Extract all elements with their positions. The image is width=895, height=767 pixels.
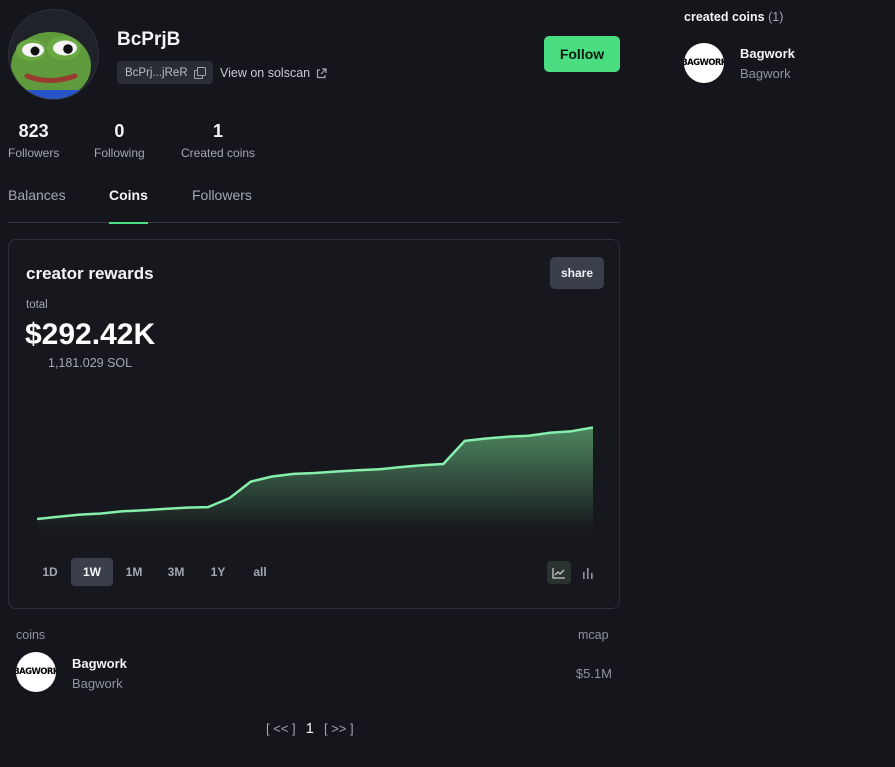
pagination: [ << ] 1 [ >> ] [266,720,354,737]
sidebar-coin-logo-text: BAGWORK [684,58,724,68]
mcap-column-header: mcap [578,628,609,642]
line-chart-icon [552,567,565,579]
sidebar-coin-logo: BAGWORK [684,43,724,83]
total-sol-value: 1,181.029 SOL [48,356,133,370]
creator-rewards-chart [37,426,593,530]
view-on-solscan-link[interactable]: View on solscan [220,66,327,80]
coin-logo-text: BAGWORK [16,667,56,677]
copy-icon[interactable] [193,67,206,79]
coin-mcap: $5.1M [575,666,612,681]
created-coins-heading-text: created coins [684,10,765,24]
tab-followers[interactable]: Followers [192,180,252,223]
time-range-selector: 1D 1W 1M 3M 1Y all [29,558,281,586]
address-copy-chip[interactable]: BcPrj...jReR [117,61,213,84]
stat-following[interactable]: 0 Following [94,121,145,160]
tab-coins[interactable]: Coins [109,180,148,224]
following-label: Following [94,146,145,160]
total-label: total [26,299,48,311]
following-count: 0 [114,121,125,141]
next-page-button[interactable]: [ >> ] [324,721,354,736]
total-usd-value: $292.42K [25,318,156,351]
sidebar-coin-item[interactable]: BAGWORK Bagwork Bagwork [684,43,884,85]
followers-label: Followers [8,146,60,160]
profile-tabs: Balances Coins Followers [8,180,620,224]
creator-rewards-card: creator rewards share total $292.42K 1,1… [8,239,620,609]
stat-created-coins[interactable]: 1 Created coins [181,121,255,160]
coins-column-header: coins [16,628,46,642]
range-1d[interactable]: 1D [29,558,71,586]
current-page: 1 [305,720,314,737]
profile-username: BcPrjB [117,29,181,50]
range-1w[interactable]: 1W [71,558,113,586]
address-text: BcPrj...jReR [125,66,188,79]
solscan-link-label: View on solscan [220,66,311,80]
bar-chart-toggle[interactable] [577,561,599,584]
coin-logo: BAGWORK [16,652,56,692]
line-chart-toggle[interactable] [547,561,571,584]
tab-balances[interactable]: Balances [8,180,66,223]
range-1m[interactable]: 1M [113,558,155,586]
list-item[interactable]: BAGWORK Bagwork Bagwork $5.1M [16,652,612,696]
created-coins-count-badge: (1) [768,10,784,24]
bar-chart-icon [583,567,593,579]
created-coins-label: Created coins [181,146,256,160]
frog-avatar-icon [9,10,98,99]
creator-rewards-title: creator rewards [26,264,154,283]
stat-followers[interactable]: 823 Followers [8,121,59,160]
created-coins-heading: created coins (1) [684,10,783,24]
external-link-icon [316,67,327,79]
chart-area-fill [37,427,593,530]
range-3m[interactable]: 3M [155,558,197,586]
created-coins-count: 1 [213,121,224,141]
profile-avatar [8,9,99,100]
range-all[interactable]: all [239,558,281,586]
prev-page-button[interactable]: [ << ] [266,721,296,736]
coin-ticker: Bagwork [72,676,123,691]
sidebar-coin-ticker: Bagwork [740,66,791,81]
follow-button[interactable]: Follow [544,36,620,72]
range-1y[interactable]: 1Y [197,558,239,586]
share-button[interactable]: share [550,257,604,289]
followers-count: 823 [18,121,49,141]
sidebar-coin-name: Bagwork [740,46,795,61]
coin-name: Bagwork [72,656,127,671]
